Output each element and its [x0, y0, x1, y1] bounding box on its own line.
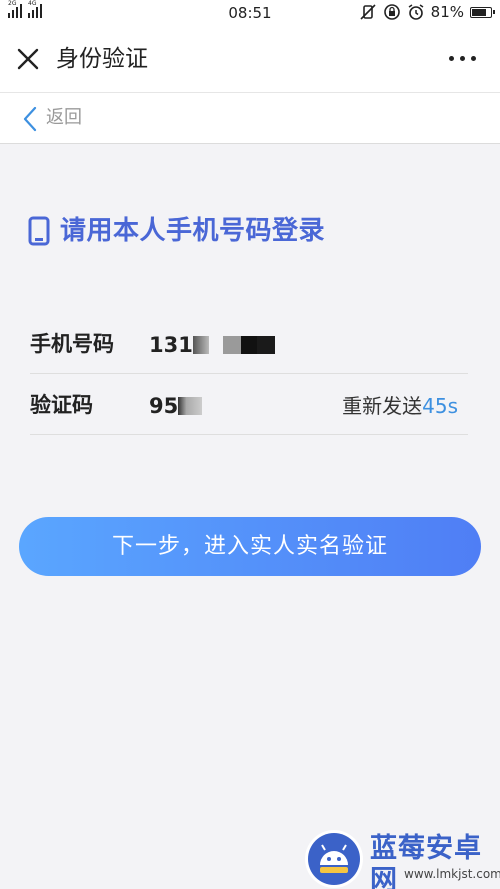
phone-label: 手机号码	[30, 332, 114, 356]
vibrate-off-icon	[359, 3, 377, 21]
more-menu-button[interactable]	[449, 56, 476, 61]
resend-countdown: 45s	[422, 394, 458, 418]
status-right-icons: 81%	[359, 3, 495, 21]
watermark-url: www.lmkjst.com	[404, 867, 500, 881]
battery-icon	[470, 6, 495, 18]
resend-code-button[interactable]: 重新发送45s	[342, 392, 458, 420]
title-bar: 身份验证	[0, 26, 500, 92]
android-logo-icon	[305, 830, 363, 888]
phone-mask-4	[256, 336, 275, 354]
watermark: 蓝莓安卓网 www.lmkjst.com	[304, 829, 500, 889]
heading-text: 请用本人手机号码登录	[60, 216, 326, 246]
login-form: 手机号码 131 验证码 95 重新发送45s	[30, 313, 468, 435]
back-bar: 返回	[0, 92, 500, 144]
more-dot-icon	[460, 56, 465, 61]
code-input[interactable]: 95	[149, 392, 203, 420]
resend-label: 重新发送	[342, 394, 423, 418]
phone-mask-2	[222, 336, 241, 354]
more-dot-icon	[471, 56, 476, 61]
code-row: 验证码 95 重新发送45s	[30, 374, 468, 435]
close-icon	[17, 48, 39, 70]
phone-row: 手机号码 131	[30, 313, 468, 374]
chevron-left-icon[interactable]	[20, 105, 40, 133]
alarm-icon	[407, 3, 425, 21]
lock-rotation-icon	[383, 3, 401, 21]
phone-mask-1	[192, 336, 209, 354]
phone-input[interactable]: 131	[149, 331, 275, 359]
page-title: 身份验证	[56, 46, 148, 72]
status-bar: 2G 4G 08:51 81%	[0, 0, 500, 26]
login-heading: 请用本人手机号码登录	[28, 214, 325, 248]
code-label: 验证码	[30, 393, 93, 417]
battery-percent: 81%	[430, 3, 464, 21]
back-link[interactable]: 返回	[46, 106, 82, 130]
more-dot-icon	[449, 56, 454, 61]
phone-value: 131	[149, 333, 193, 357]
next-step-button[interactable]: 下一步，进入实人实名验证	[19, 517, 481, 576]
phone-mask-3	[240, 336, 257, 354]
close-button[interactable]	[14, 45, 42, 73]
code-mask	[178, 397, 203, 415]
code-value: 95	[149, 394, 179, 418]
mobile-phone-icon	[28, 216, 50, 246]
